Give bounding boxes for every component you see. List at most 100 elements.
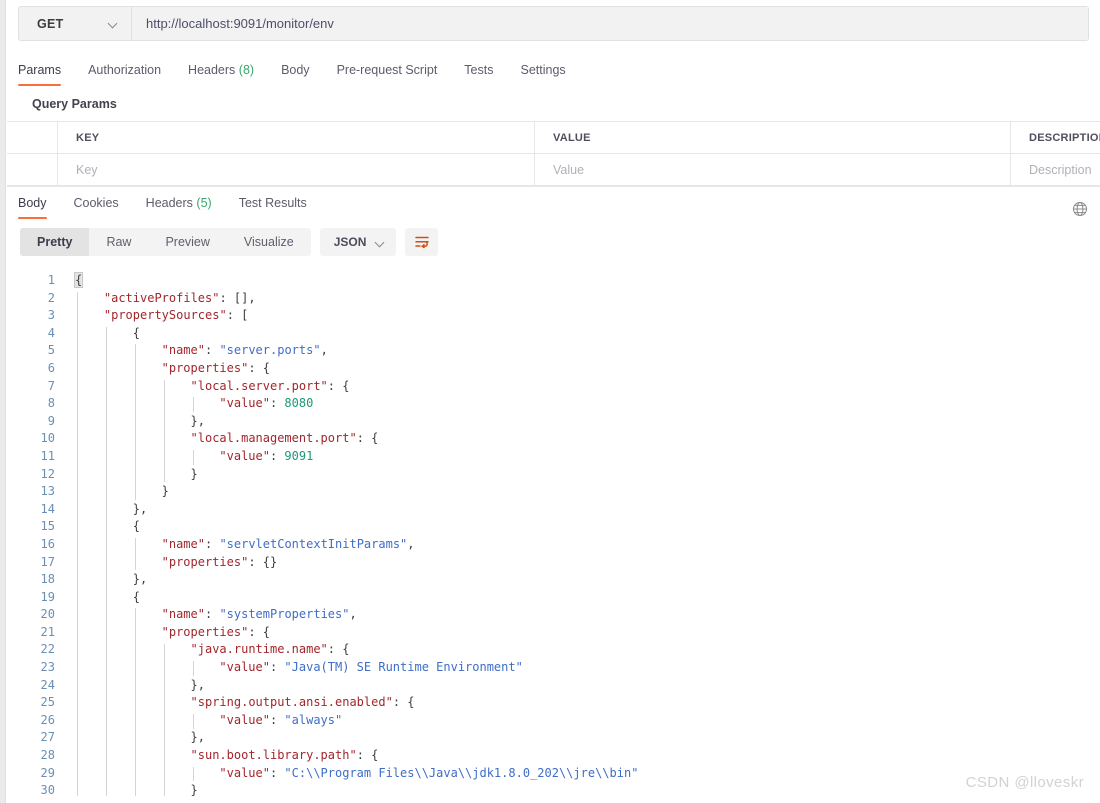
line-number: 8: [47, 396, 55, 411]
code-token: {: [132, 519, 140, 534]
code-line[interactable]: "local.management.port": {: [65, 430, 1100, 448]
code-token: ,: [407, 536, 415, 551]
response-pane: Body Cookies Headers (5) Test Results Pr…: [7, 186, 1100, 796]
code-token: "value": [219, 765, 270, 780]
code-token: {: [371, 748, 379, 763]
response-body-code[interactable]: 1 2 3 4 5 6 7 8 9 10 11 12 13 14 15 16 17 18 19 20 21 22 23 24 2…: [7, 266, 1100, 796]
view-pretty-button[interactable]: Pretty: [20, 228, 90, 256]
query-params-table: KEY VALUE DESCRIPTION Key Value Descript…: [7, 121, 1100, 186]
code-token: },: [190, 413, 205, 428]
tab-settings[interactable]: Settings: [520, 63, 565, 86]
tab-tests[interactable]: Tests: [464, 63, 493, 86]
code-token: :: [269, 712, 285, 727]
code-token: :: [392, 695, 408, 710]
line-number: 16: [40, 536, 55, 551]
code-line[interactable]: "value": 9091: [65, 448, 1100, 466]
code-line[interactable]: "name": "servletContextInitParams",: [65, 536, 1100, 554]
response-format-label: JSON: [333, 235, 367, 249]
code-token: },: [190, 730, 205, 745]
code-line[interactable]: {: [65, 518, 1100, 536]
code-token: {: [262, 360, 271, 375]
tab-params[interactable]: Params: [18, 63, 62, 86]
collapsed-sidebar[interactable]: [0, 0, 6, 803]
code-token: {: [342, 642, 350, 657]
code-token: {: [73, 272, 84, 288]
code-line[interactable]: "properties": {}: [65, 554, 1100, 572]
code-line[interactable]: "propertySources": [: [65, 307, 1100, 325]
select-all-checkbox-cell[interactable]: [7, 122, 58, 153]
code-line[interactable]: }: [65, 782, 1100, 796]
word-wrap-button[interactable]: [405, 228, 439, 256]
line-number: 25: [40, 695, 55, 710]
code-line[interactable]: "spring.output.ansi.enabled": {: [65, 694, 1100, 712]
line-number: 19: [40, 589, 55, 604]
code-token: "value": [219, 396, 270, 411]
code-line[interactable]: {: [65, 325, 1100, 343]
line-number: 7: [47, 378, 55, 393]
response-headers-count: (5): [196, 196, 212, 210]
response-format-dropdown[interactable]: JSON: [319, 228, 397, 256]
code-token: "value": [219, 660, 270, 675]
request-url-input[interactable]: http://localhost:9091/monitor/env: [132, 7, 1088, 40]
http-method-dropdown[interactable]: GET: [19, 7, 132, 40]
row-checkbox-cell[interactable]: [7, 154, 58, 185]
code-line[interactable]: },: [65, 501, 1100, 519]
line-number: 23: [40, 660, 55, 675]
postman-window: GET http://localhost:9091/monitor/env Pa…: [0, 0, 1100, 803]
code-line[interactable]: "sun.boot.library.path": {: [65, 747, 1100, 765]
code-line[interactable]: {: [65, 272, 1100, 290]
code-line[interactable]: "name": "systemProperties",: [65, 606, 1100, 624]
response-tab-cookies[interactable]: Cookies: [74, 196, 119, 219]
line-number: 13: [40, 484, 55, 499]
globe-icon[interactable]: [1072, 201, 1088, 217]
chevron-down-icon: [376, 238, 385, 247]
code-line[interactable]: {: [65, 589, 1100, 607]
code-token: {: [132, 589, 140, 604]
code-line[interactable]: },: [65, 729, 1100, 747]
tab-pre-request-script[interactable]: Pre-request Script: [337, 63, 438, 86]
tab-authorization[interactable]: Authorization: [88, 63, 161, 86]
code-line[interactable]: "activeProfiles": [],: [65, 290, 1100, 308]
word-wrap-icon: [415, 236, 429, 249]
code-line[interactable]: "properties": {: [65, 360, 1100, 378]
tab-body[interactable]: Body: [281, 63, 310, 86]
line-number: 26: [40, 712, 55, 727]
code-line[interactable]: "value": "C:\\Program Files\\Java\\jdk1.…: [65, 765, 1100, 783]
code-line[interactable]: "properties": {: [65, 624, 1100, 642]
main-content: GET http://localhost:9091/monitor/env Pa…: [7, 0, 1100, 803]
code-token: "Java(TM) SE Runtime Environment": [284, 660, 523, 675]
line-number: 27: [40, 730, 55, 745]
view-preview-button[interactable]: Preview: [148, 228, 226, 256]
code-lines[interactable]: { "activeProfiles": [], "propertySources":…: [65, 266, 1100, 796]
code-line[interactable]: "name": "server.ports",: [65, 342, 1100, 360]
code-token: "propertySources": [103, 308, 227, 323]
code-line[interactable]: "java.runtime.name": {: [65, 641, 1100, 659]
tab-headers[interactable]: Headers (8): [188, 63, 254, 86]
view-visualize-button[interactable]: Visualize: [227, 228, 311, 256]
column-header-value: VALUE: [535, 122, 1011, 153]
code-line[interactable]: "value": "Java(TM) SE Runtime Environmen…: [65, 659, 1100, 677]
code-line[interactable]: }: [65, 466, 1100, 484]
param-description-input[interactable]: Description: [1011, 154, 1100, 185]
code-token: :: [327, 642, 343, 657]
code-line[interactable]: },: [65, 413, 1100, 431]
code-line[interactable]: },: [65, 571, 1100, 589]
response-tab-body[interactable]: Body: [18, 196, 47, 219]
line-number: 4: [47, 325, 55, 340]
code-token: "systemProperties": [219, 607, 350, 622]
code-line[interactable]: "value": "always": [65, 712, 1100, 730]
code-token: },: [132, 501, 148, 516]
code-line[interactable]: "value": 8080: [65, 395, 1100, 413]
code-token: {: [371, 431, 379, 446]
code-token: "name": [161, 343, 205, 358]
code-line[interactable]: },: [65, 677, 1100, 695]
view-raw-button[interactable]: Raw: [89, 228, 148, 256]
response-tab-headers[interactable]: Headers (5): [146, 196, 212, 219]
param-value-input[interactable]: Value: [535, 154, 1011, 185]
code-token: "C:\\Program Files\\Java\\jdk1.8.0_202\\…: [284, 765, 639, 780]
response-tab-test-results[interactable]: Test Results: [239, 196, 307, 219]
code-line[interactable]: }: [65, 483, 1100, 501]
param-key-input[interactable]: Key: [58, 154, 535, 185]
code-line[interactable]: "local.server.port": {: [65, 378, 1100, 396]
response-view-segmented-control: Pretty Raw Preview Visualize: [20, 228, 311, 256]
